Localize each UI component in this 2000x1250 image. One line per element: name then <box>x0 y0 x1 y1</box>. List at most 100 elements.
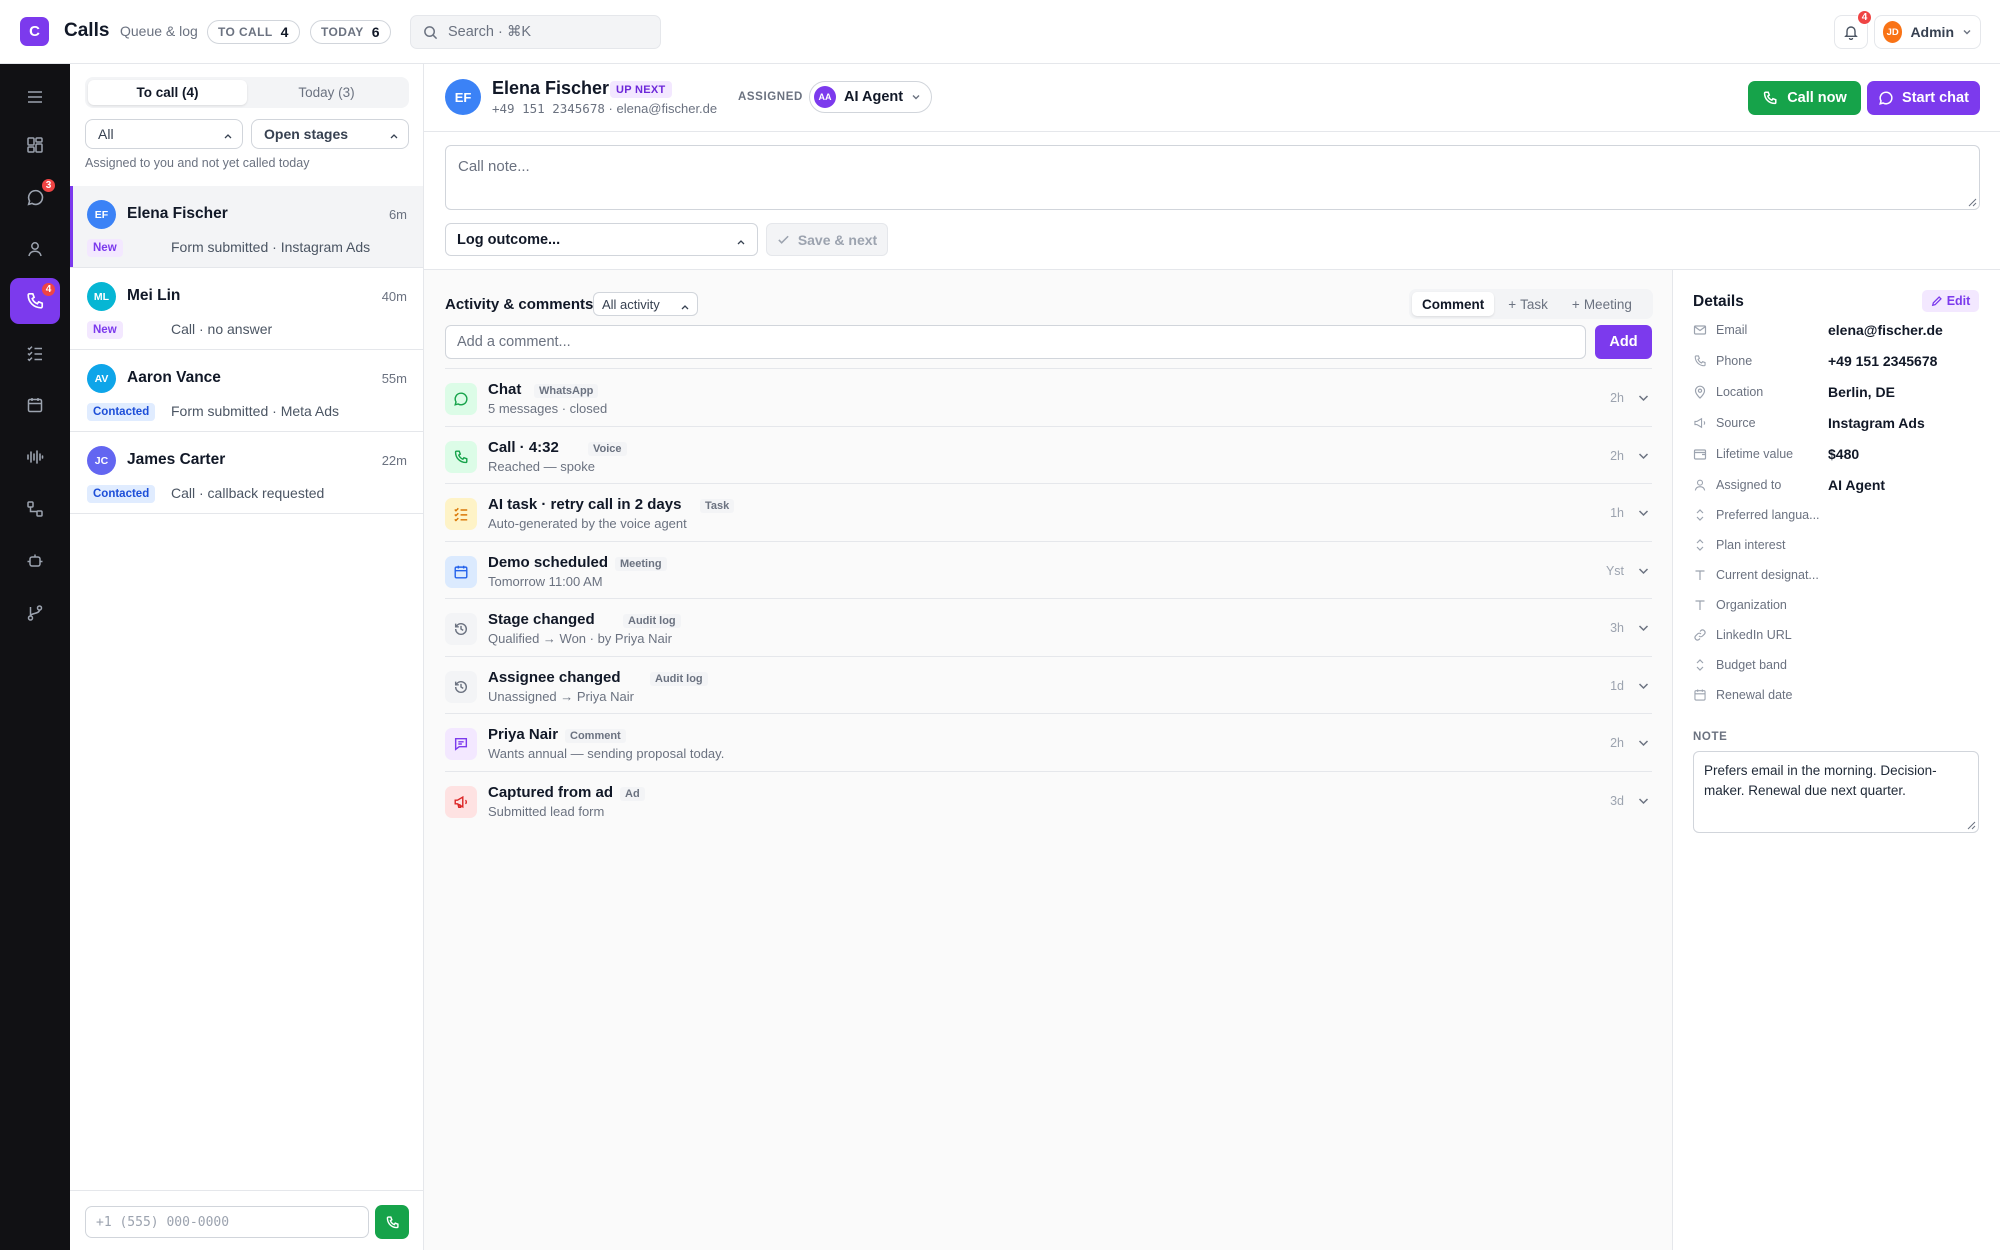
nav-contacts[interactable] <box>10 226 60 272</box>
history-icon <box>445 670 477 703</box>
resize-handle-icon[interactable] <box>1967 821 1976 830</box>
dialer: +1 (555) 000-0000 <box>70 1190 423 1250</box>
to-call-pill[interactable]: TO CALL 4 <box>207 20 300 44</box>
detail-renewal-date[interactable]: Renewal date <box>1693 684 1993 706</box>
call-note-input[interactable]: Call note... <box>445 145 1980 210</box>
list-item[interactable]: JC James Carter 22m Contacted Call · cal… <box>70 432 423 514</box>
activity-subtitle: Unassigned → Priya Nair <box>488 688 634 704</box>
detail-value[interactable]: +49 151 2345678 <box>1828 353 1937 369</box>
detail-value[interactable]: elena@fischer.de <box>1828 322 1943 338</box>
search-input[interactable]: Search · ⌘K <box>410 15 661 49</box>
chevron-down-icon[interactable] <box>1638 509 1649 517</box>
phone-icon <box>1762 90 1778 106</box>
chevron-down-icon <box>681 304 689 310</box>
lead-name: Mei Lin <box>127 287 181 304</box>
activity-title: Demo scheduled <box>488 553 609 571</box>
tab-task[interactable]: + Task <box>1498 292 1558 316</box>
activity-item[interactable]: Priya Nair Comment Wants annual — sendin… <box>445 713 1652 771</box>
chevron-down-icon[interactable] <box>1638 682 1649 690</box>
log-outcome-select[interactable]: Log outcome... <box>445 223 758 256</box>
activity-item[interactable]: Chat WhatsApp 5 messages · closed 2h <box>445 368 1652 426</box>
nav-dashboard[interactable] <box>10 122 60 168</box>
log-outcome-placeholder: Log outcome... <box>457 231 561 248</box>
nav-calendar[interactable] <box>10 382 60 428</box>
resize-handle-icon[interactable] <box>1968 198 1977 207</box>
start-chat-button[interactable]: Start chat <box>1867 81 1980 115</box>
activity-item[interactable]: Demo scheduled Meeting Tomorrow 11:00 AM… <box>445 540 1652 599</box>
detail-organization[interactable]: Organization <box>1693 594 1993 616</box>
chevron-down-icon[interactable] <box>1638 452 1649 460</box>
lead-name: James Carter <box>127 451 226 468</box>
tab-today[interactable]: Today (3) <box>247 80 406 105</box>
list-item[interactable]: ML Mei Lin 40m New Call · no answer <box>70 268 423 350</box>
note-textarea[interactable]: Prefers email in the morning. Decision-m… <box>1693 751 1979 833</box>
notifications-button[interactable]: 4 <box>1834 10 1872 49</box>
today-count: 6 <box>371 24 380 40</box>
detail-preferred-language[interactable]: Preferred langua... <box>1693 504 1993 526</box>
detail-value[interactable]: $480 <box>1828 446 1859 462</box>
nav-tasks[interactable] <box>10 330 60 376</box>
user-name: Admin <box>1910 24 1954 40</box>
activity-item[interactable]: Stage changed Audit log Qualified → Won … <box>445 598 1652 656</box>
detail-current-designation[interactable]: Current designat... <box>1693 564 1993 586</box>
detail-value[interactable]: Instagram Ads <box>1828 415 1925 431</box>
call-now-button[interactable]: Call now <box>1748 81 1861 115</box>
list-item[interactable]: AV Aaron Vance 55m Contacted Form submit… <box>70 350 423 432</box>
activity-filter-select[interactable]: All activity <box>593 292 698 316</box>
dial-number-input[interactable]: +1 (555) 000-0000 <box>85 1206 369 1238</box>
activity-item[interactable]: Call · 4:32 Voice Reached — spoke 2h <box>445 425 1652 484</box>
activity-kind-badge: Meeting <box>615 556 667 571</box>
activity-feed: Chat WhatsApp 5 messages · closed 2h Cal… <box>445 368 1652 828</box>
chevron-down-icon[interactable] <box>1638 394 1649 402</box>
chat-icon <box>445 383 477 415</box>
detail-label: Plan interest <box>1716 538 1786 552</box>
queue-list: EF Elena Fischer 6m New Form submitted ·… <box>70 186 423 514</box>
history-icon <box>445 613 477 645</box>
to-call-label: TO CALL <box>218 25 273 39</box>
comment-input[interactable]: Add a comment... <box>445 325 1586 359</box>
detail-linkedin-url[interactable]: LinkedIn URL <box>1693 624 1993 646</box>
list-item[interactable]: EF Elena Fischer 6m New Form submitted ·… <box>70 186 423 268</box>
dial-button[interactable] <box>375 1205 409 1239</box>
user-menu-button[interactable]: JD Admin <box>1874 15 1981 49</box>
activity-subtitle: Wants annual — sending proposal today. <box>488 746 725 761</box>
chevron-down-icon[interactable] <box>1638 797 1649 805</box>
detail-value[interactable]: AI Agent <box>1828 477 1885 493</box>
detail-label: Source <box>1716 416 1756 430</box>
save-next-button[interactable]: Save & next <box>766 223 888 256</box>
detail-plan-interest[interactable]: Plan interest <box>1693 534 1993 556</box>
nav-ai-agents[interactable] <box>10 538 60 584</box>
calendar-icon <box>445 555 477 588</box>
edit-button[interactable]: Edit <box>1922 290 1979 312</box>
activity-item[interactable]: Assignee changed Audit log Unassigned → … <box>445 655 1652 714</box>
owner-filter-select[interactable]: All <box>85 119 243 149</box>
nav-workflows[interactable] <box>10 486 60 532</box>
activity-item[interactable]: AI task · retry call in 2 days Task Auto… <box>445 483 1652 541</box>
stage-filter-select[interactable]: Open stages <box>251 119 409 149</box>
menu-button[interactable] <box>10 74 60 120</box>
activity-item[interactable]: Captured from ad Ad Submitted lead form … <box>445 770 1652 829</box>
add-comment-button[interactable]: Add <box>1595 325 1652 359</box>
waveform-icon <box>26 448 44 466</box>
call-queue-panel: To call (4) Today (3) All Open stages As… <box>70 64 424 1250</box>
note-text: Prefers email in the morning. Decision-m… <box>1704 763 1937 798</box>
nav-integrations[interactable] <box>10 590 60 636</box>
assignee-select[interactable]: AA AI Agent <box>809 81 932 113</box>
tab-to-call[interactable]: To call (4) <box>88 80 247 105</box>
select-icon <box>1696 539 1704 551</box>
today-pill[interactable]: TODAY 6 <box>310 20 391 44</box>
calls-badge: 4 <box>41 282 56 297</box>
chevron-down-icon[interactable] <box>1638 624 1649 632</box>
detail-budget-band[interactable]: Budget band <box>1693 654 1993 676</box>
nav-calls[interactable]: 4 <box>10 278 60 324</box>
nav-messages[interactable]: 3 <box>10 174 60 220</box>
tab-comment[interactable]: Comment <box>1412 292 1495 316</box>
tab-meeting[interactable]: + Meeting <box>1562 292 1642 316</box>
nav-voice[interactable] <box>10 434 60 480</box>
activity-title: AI task · retry call in 2 days <box>488 496 682 513</box>
app-logo: C <box>20 17 49 46</box>
detail-value[interactable]: Berlin, DE <box>1828 384 1895 400</box>
chevron-down-icon[interactable] <box>1638 739 1649 747</box>
chevron-down-icon[interactable] <box>1638 567 1649 575</box>
detail-label: Organization <box>1716 598 1787 612</box>
